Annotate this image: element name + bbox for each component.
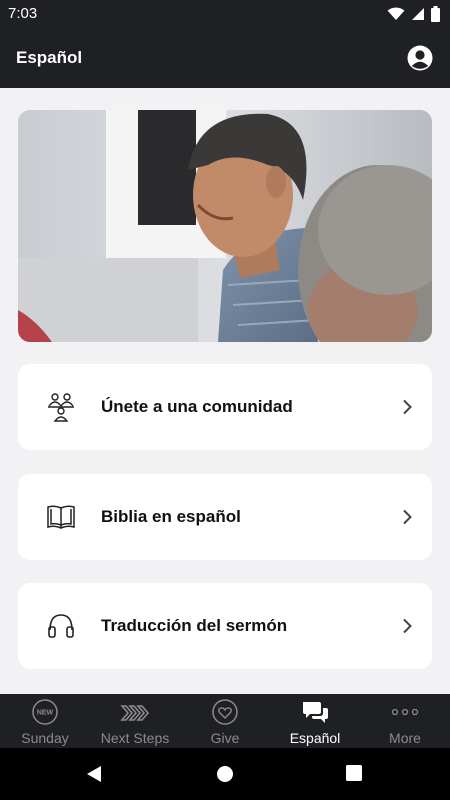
tab-more[interactable]: More [360,694,450,748]
wifi-icon [387,7,405,20]
community-icon [48,393,74,422]
card-sermon-translation[interactable]: Traducción del sermón [18,583,432,669]
status-time: 7:03 [8,5,38,22]
new-badge-icon: NEW [32,699,58,725]
new-badge-text: NEW [37,710,54,717]
headphones-icon [48,614,74,638]
back-icon[interactable] [85,765,103,783]
triple-chevron-icon [120,705,150,721]
book-icon [47,505,75,529]
app-header: Español [0,28,450,88]
profile-icon [407,45,433,71]
card-label: Traducción del sermón [101,616,288,635]
heart-icon [212,699,238,725]
chevron-right-icon [403,618,412,634]
tab-label: Next Steps [100,730,170,746]
home-icon[interactable] [216,765,234,783]
status-icons [387,6,440,22]
hero-photo [18,110,432,342]
tab-bar: NEW Sunday Next Steps Give Español More [0,694,450,748]
content-area: Únete a una comunidad Biblia en español [0,88,450,694]
card-community[interactable]: Únete a una comunidad [18,364,432,450]
page-title: Español [16,48,83,67]
chat-bubbles-icon [303,702,328,723]
tab-give[interactable]: Give [180,694,270,748]
battery-icon [431,6,440,22]
system-nav-bar [0,748,450,800]
card-label: Biblia en español [101,507,241,526]
chevron-right-icon [403,399,412,415]
tab-label: Give [210,730,240,746]
more-dots-icon [391,708,419,716]
card-label: Únete a una comunidad [101,397,293,416]
profile-button[interactable] [407,45,433,71]
signal-icon [412,8,424,20]
tab-label: More [389,730,421,746]
card-bible[interactable]: Biblia en español [18,474,432,560]
chevron-right-icon [403,509,412,525]
tab-sunday[interactable]: NEW Sunday [0,694,90,748]
tab-label: Sunday [21,730,69,746]
tab-label: Español [289,730,341,746]
tab-espanol[interactable]: Español [270,694,360,748]
hero-image [18,110,432,342]
recents-icon[interactable] [346,765,362,781]
tab-next-steps[interactable]: Next Steps [90,694,180,748]
status-bar: 7:03 [0,0,450,28]
